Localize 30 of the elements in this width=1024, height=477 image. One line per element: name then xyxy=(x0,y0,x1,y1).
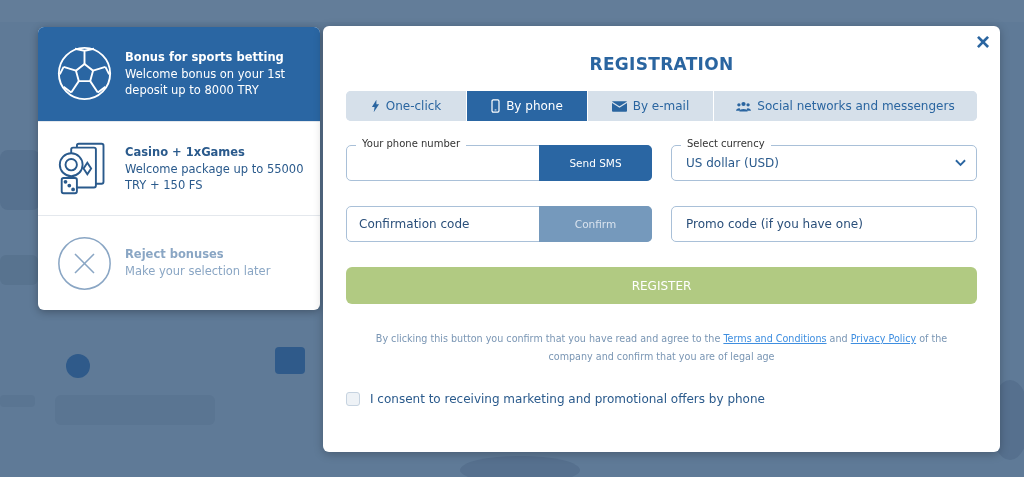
field-label: Your phone number xyxy=(356,137,467,151)
close-button[interactable]: × xyxy=(972,30,994,54)
bonus-option[interactable]: Casino + 1xGames Welcome package up to 55000 TRY + 150 FS xyxy=(38,121,320,217)
tab[interactable]: One-click xyxy=(346,91,467,121)
dialog-title: REGISTRATION xyxy=(588,54,735,74)
chevron-down-icon xyxy=(955,159,966,167)
soccer-ball-icon xyxy=(56,45,113,103)
promo-code-field[interactable]: Promo code (if you have one) xyxy=(671,206,977,242)
cross-circle-icon xyxy=(56,234,113,292)
bonus-description: Welcome bonus on your 1st deposit up to 8000 TRY xyxy=(125,65,287,98)
select-value: US dollar (USD) xyxy=(686,156,779,170)
terms-notice: By clicking this button you confirm that you have read and agree to the Terms and Conditions and Privacy Policy of the company and confirm that you are of legal age xyxy=(374,332,949,364)
bonus-title: Bonus for sports betting xyxy=(125,49,285,64)
bonus-description: Make your selection later xyxy=(125,263,271,280)
tab[interactable]: By phone xyxy=(467,91,588,121)
field-label: Select currency xyxy=(681,137,771,151)
consent-label: I consent to receiving marketing and promotional offers by phone xyxy=(370,392,765,406)
bonus-title: Casino + 1xGames xyxy=(125,144,246,159)
phone-icon xyxy=(491,99,501,113)
checkbox[interactable] xyxy=(346,392,360,406)
bonus-option[interactable]: Reject bonuses Make your selection later xyxy=(38,216,320,310)
bonus-description: Welcome package up to 55000 TRY + 150 FS xyxy=(125,160,305,193)
bonus-option[interactable]: Bonus for sports betting Welcome bonus on your 1st deposit up to 8000 TRY xyxy=(38,27,320,122)
privacy-link[interactable]: Privacy Policy xyxy=(850,333,917,344)
bonus-title: Reject bonuses xyxy=(125,247,225,262)
people-icon xyxy=(736,100,752,112)
lightning-icon xyxy=(370,99,380,113)
terms-link[interactable]: Terms and Conditions xyxy=(723,333,827,344)
envelope-icon xyxy=(611,100,627,112)
send-sms-button[interactable]: Send SMS xyxy=(539,145,652,181)
